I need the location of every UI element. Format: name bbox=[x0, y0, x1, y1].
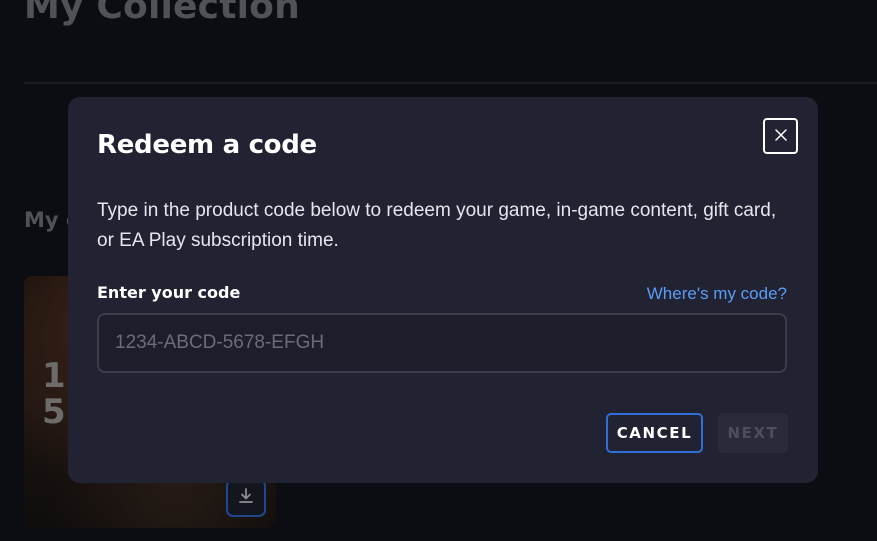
cancel-button[interactable]: CANCEL bbox=[606, 413, 703, 453]
next-button[interactable]: NEXT bbox=[718, 413, 788, 453]
code-input[interactable] bbox=[97, 313, 787, 373]
wheres-my-code-link[interactable]: Where's my code? bbox=[647, 284, 787, 304]
redeem-code-dialog: Redeem a code Type in the product code b… bbox=[68, 97, 818, 483]
dialog-title: Redeem a code bbox=[97, 130, 317, 160]
close-icon bbox=[774, 128, 787, 144]
close-button[interactable] bbox=[763, 118, 798, 154]
page: My Collection My g 1 5 Redeem a code Typ… bbox=[0, 0, 877, 541]
code-field-label: Enter your code bbox=[97, 283, 241, 302]
dialog-description: Type in the product code below to redeem… bbox=[97, 200, 777, 251]
